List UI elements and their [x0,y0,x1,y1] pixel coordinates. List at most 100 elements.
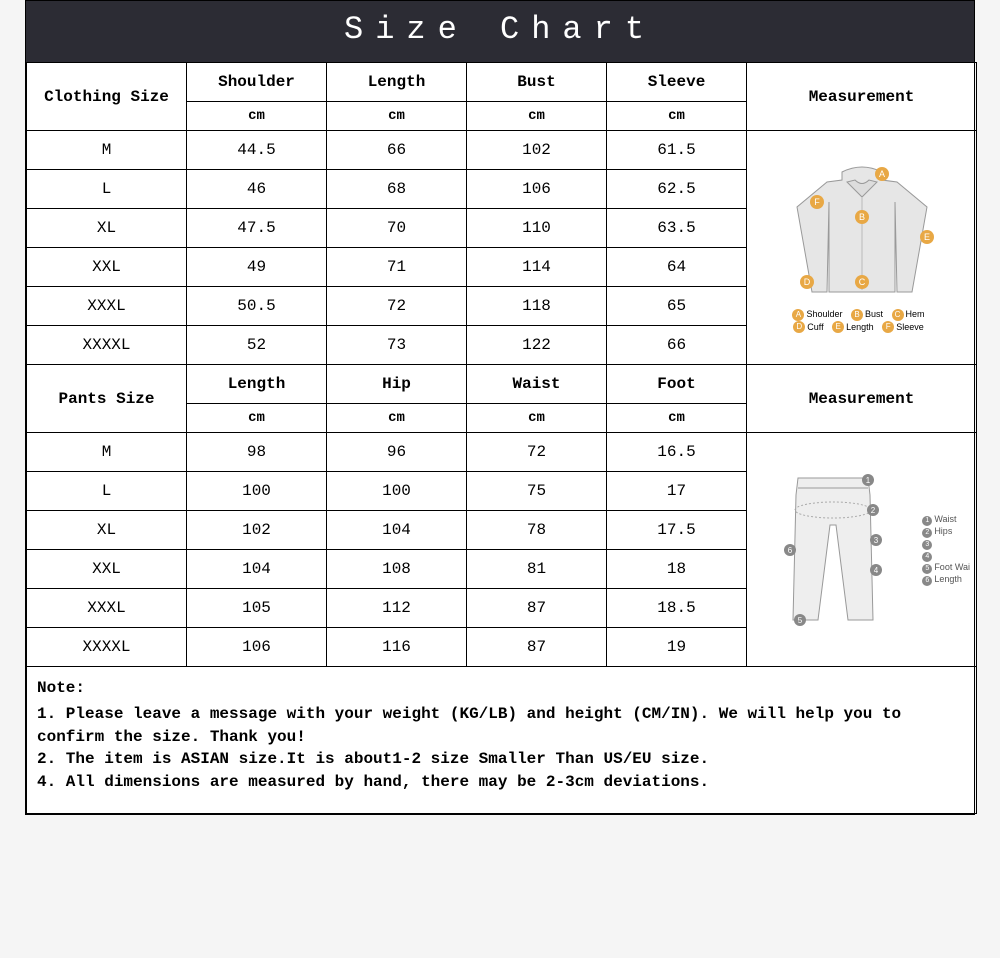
svg-text:B: B [858,212,864,222]
cell: 100 [327,472,467,511]
cell: 96 [327,433,467,472]
note-line: 1. Please leave a message with your weig… [37,703,966,748]
table-row: M 98 96 72 16.5 1 2 3 [27,433,977,472]
cell: 19 [607,628,747,667]
pants-size-label: Pants Size [27,365,187,433]
size-label: XL [27,209,187,248]
unit-cm: cm [327,404,467,433]
col-measurement: Measurement [747,63,977,131]
cell: 110 [467,209,607,248]
svg-text:F: F [814,197,820,207]
svg-text:3: 3 [873,536,878,545]
svg-text:A: A [878,169,884,179]
unit-cm: cm [187,404,327,433]
cell: 102 [187,511,327,550]
cell: 100 [187,472,327,511]
size-label: XXXXL [27,628,187,667]
pants-diagram-cell: 1 2 3 4 5 6 1Waist 2Hips 3 4 5Foot [747,433,977,667]
cell: 44.5 [187,131,327,170]
unit-cm: cm [187,102,327,131]
col-sleeve: Sleeve [607,63,747,102]
shirt-diagram-cell: A B C D E F AShoulder BBust CHem DCuff E… [747,131,977,365]
size-label: L [27,472,187,511]
unit-cm: cm [327,102,467,131]
cell: 66 [607,326,747,365]
cell: 72 [327,287,467,326]
clothing-header-row: Clothing Size Shoulder Length Bust Sleev… [27,63,977,102]
cell: 73 [327,326,467,365]
cell: 102 [467,131,607,170]
svg-text:5: 5 [797,616,802,625]
size-label: XXL [27,550,187,589]
note-line: 4. All dimensions are measured by hand, … [37,771,966,793]
col-hip: Hip [327,365,467,404]
cell: 62.5 [607,170,747,209]
size-label: L [27,170,187,209]
shirt-icon: A B C D E F [787,162,937,302]
cell: 49 [187,248,327,287]
svg-text:6: 6 [787,546,792,555]
size-label: XXXL [27,287,187,326]
cell: 116 [327,628,467,667]
col-length: Length [187,365,327,404]
cell: 18 [607,550,747,589]
pants-legend: 1Waist 2Hips 3 4 5Foot Wai 6Length [922,514,970,586]
svg-text:E: E [923,232,929,242]
unit-cm: cm [467,404,607,433]
svg-text:C: C [858,277,865,287]
cell: 68 [327,170,467,209]
size-label: M [27,131,187,170]
svg-text:2: 2 [870,506,875,515]
cell: 64 [607,248,747,287]
col-waist: Waist [467,365,607,404]
cell: 106 [187,628,327,667]
cell: 52 [187,326,327,365]
cell: 114 [467,248,607,287]
cell: 78 [467,511,607,550]
cell: 87 [467,589,607,628]
note-row: Note: 1. Please leave a message with you… [27,667,977,814]
note-cell: Note: 1. Please leave a message with you… [27,667,977,814]
cell: 122 [467,326,607,365]
unit-cm: cm [607,404,747,433]
cell: 70 [327,209,467,248]
size-label: XXL [27,248,187,287]
note-line: 2. The item is ASIAN size.It is about1-2… [37,748,966,770]
size-label: XXXXL [27,326,187,365]
col-measurement: Measurement [747,365,977,433]
cell: 98 [187,433,327,472]
svg-text:1: 1 [865,476,870,485]
col-bust: Bust [467,63,607,102]
cell: 63.5 [607,209,747,248]
size-label: XL [27,511,187,550]
cell: 104 [327,511,467,550]
cell: 47.5 [187,209,327,248]
cell: 108 [327,550,467,589]
cell: 87 [467,628,607,667]
cell: 106 [467,170,607,209]
table-row: M 44.5 66 102 61.5 A B C D E [27,131,977,170]
cell: 17.5 [607,511,747,550]
cell: 81 [467,550,607,589]
cell: 17 [607,472,747,511]
cell: 66 [327,131,467,170]
cell: 46 [187,170,327,209]
cell: 118 [467,287,607,326]
pants-header-row: Pants Size Length Hip Waist Foot Measure… [27,365,977,404]
col-foot: Foot [607,365,747,404]
size-label: M [27,433,187,472]
svg-text:4: 4 [873,566,878,575]
size-label: XXXL [27,589,187,628]
cell: 50.5 [187,287,327,326]
svg-text:D: D [803,277,810,287]
cell: 105 [187,589,327,628]
cell: 75 [467,472,607,511]
cell: 71 [327,248,467,287]
size-chart: Size Chart Clothing Size Shoulder Length… [25,0,975,815]
chart-title: Size Chart [26,1,974,62]
cell: 104 [187,550,327,589]
size-table: Clothing Size Shoulder Length Bust Sleev… [26,62,977,814]
col-length: Length [327,63,467,102]
cell: 61.5 [607,131,747,170]
cell: 112 [327,589,467,628]
